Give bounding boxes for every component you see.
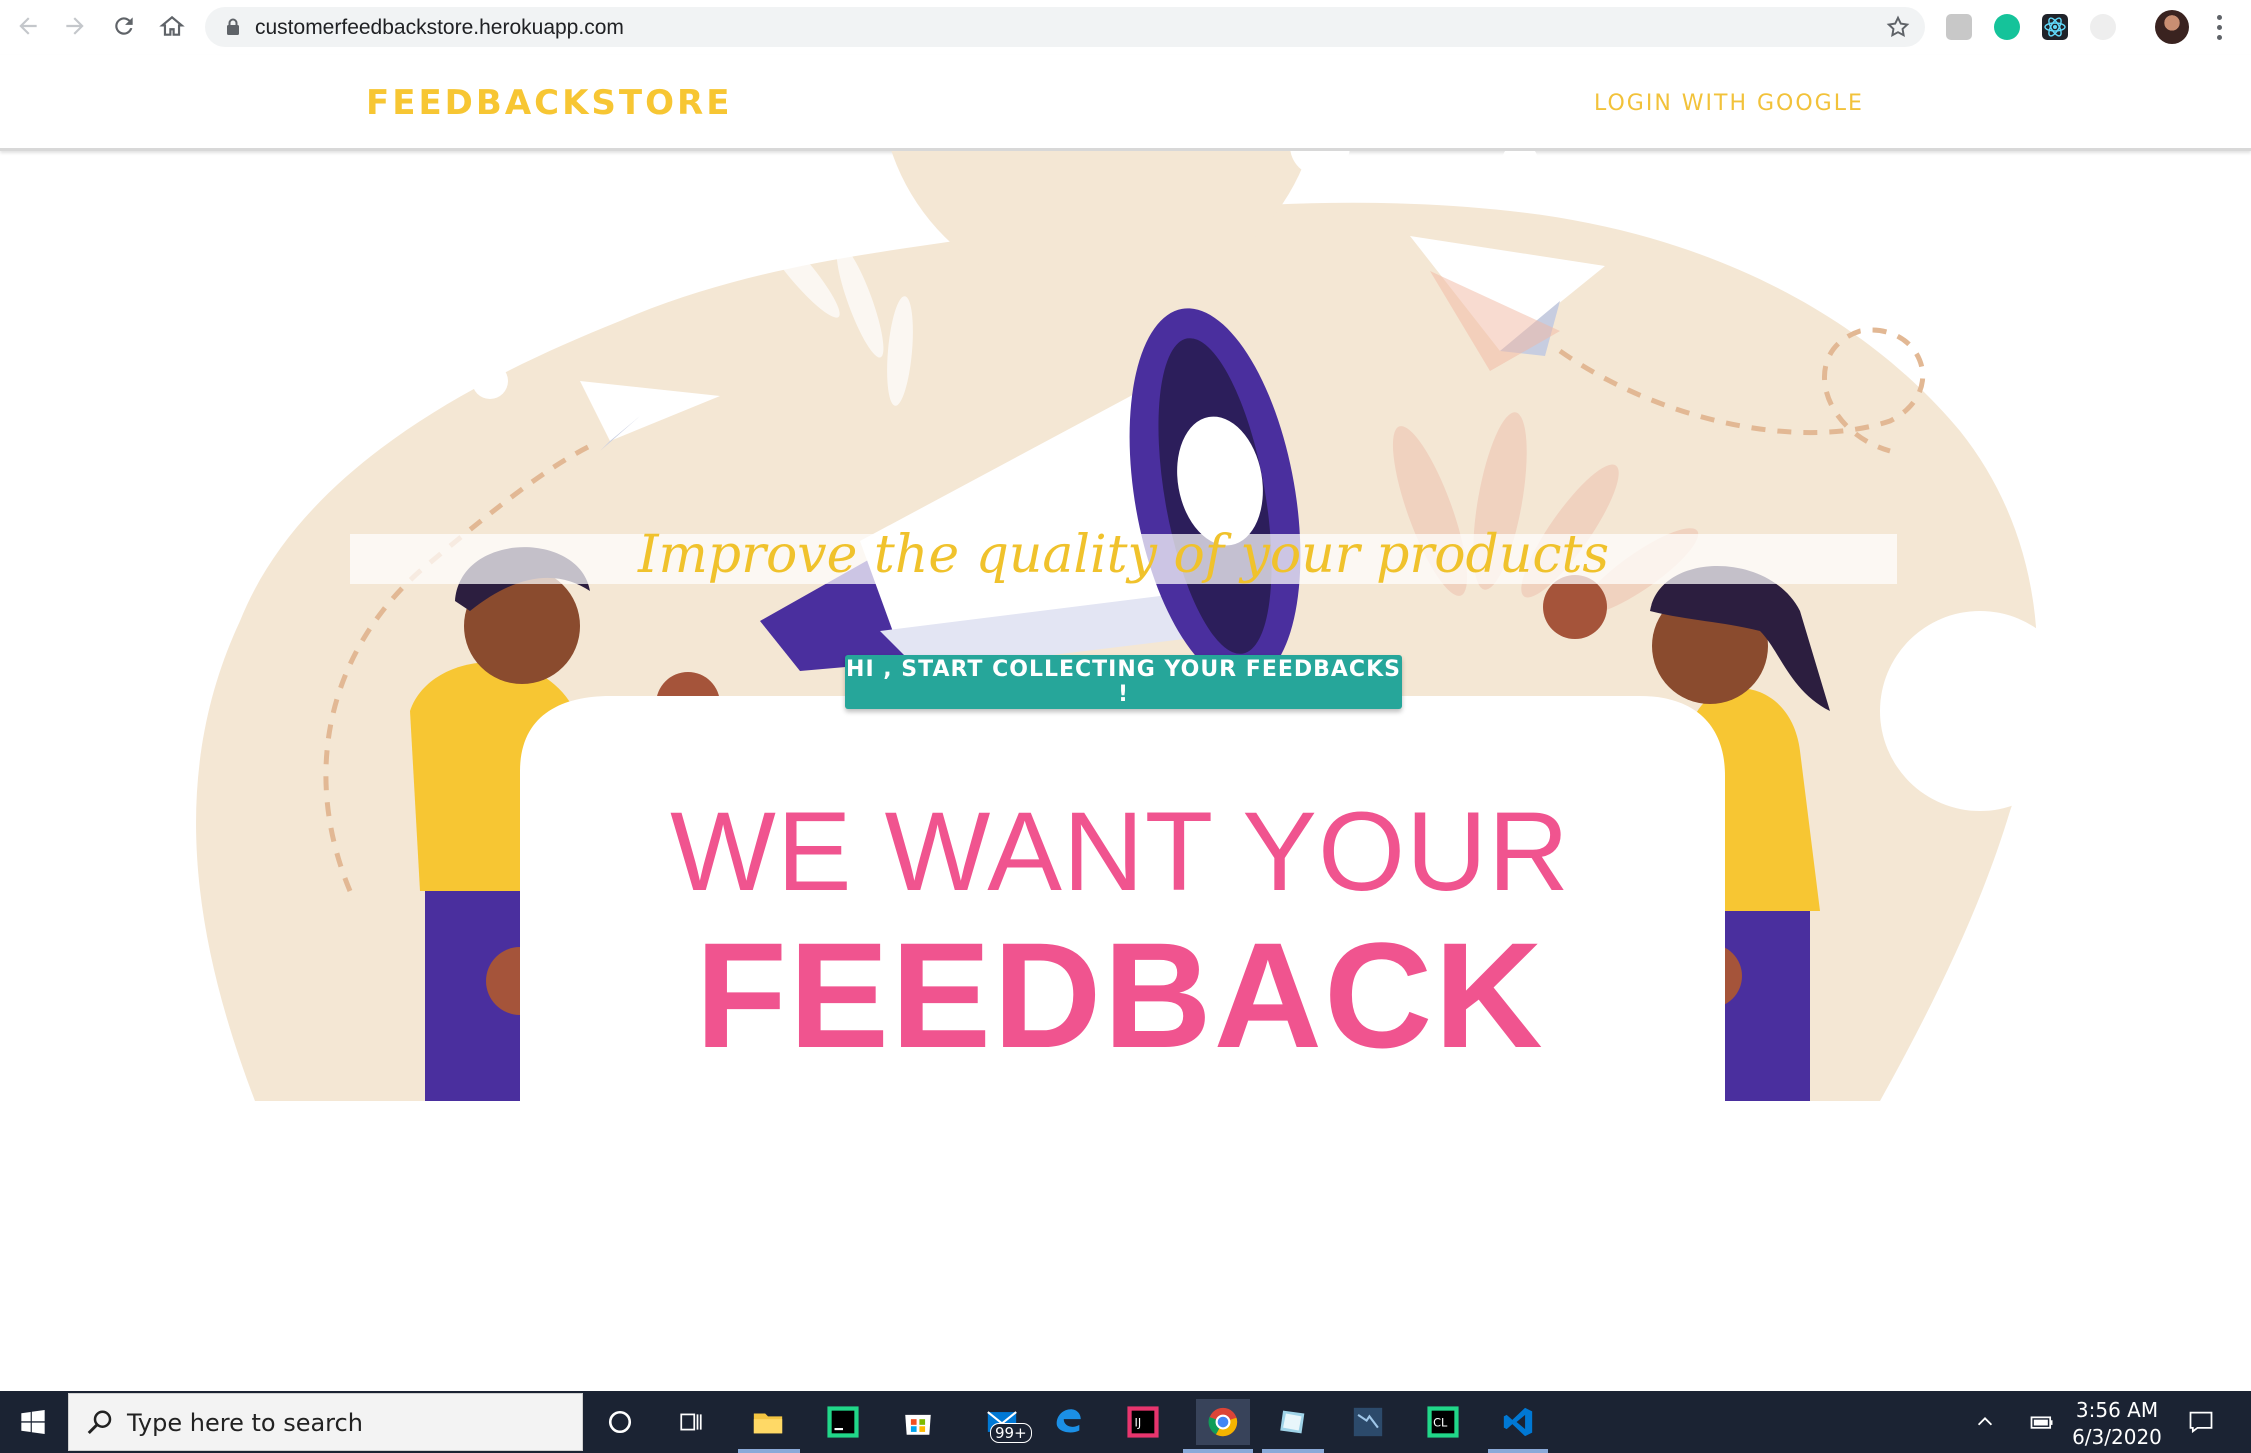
sign-heading-line2: FEEDBACK	[695, 911, 1545, 1079]
vscode-icon[interactable]	[1495, 1399, 1541, 1445]
address-bar[interactable]: customerfeedbackstore.herokuapp.com	[205, 7, 1925, 47]
hero-tagline: Improve the quality of your products	[637, 525, 1610, 585]
hero-section: Improve the quality of your products HI …	[0, 151, 2251, 1101]
active-indicator	[1183, 1449, 1253, 1453]
lock-icon[interactable]	[223, 17, 243, 37]
grammarly-icon[interactable]	[1994, 14, 2020, 40]
active-indicator	[738, 1449, 800, 1453]
edge-icon[interactable]	[1045, 1399, 1091, 1445]
notification-center-icon[interactable]	[2178, 1399, 2224, 1445]
forward-arrow-icon[interactable]	[57, 8, 93, 44]
cortana-icon[interactable]	[597, 1399, 643, 1445]
login-with-google-link[interactable]: LOGIN WITH GOOGLE	[1594, 91, 1864, 116]
microsoft-store-icon[interactable]	[895, 1399, 941, 1445]
intellij-icon[interactable]: IJ	[1120, 1399, 1166, 1445]
task-view-icon[interactable]	[668, 1399, 714, 1445]
browser-menu-icon[interactable]	[2207, 10, 2231, 44]
start-collecting-button[interactable]: HI , START COLLECTING YOUR FEEDBACKS !	[845, 655, 1402, 709]
mysql-workbench-icon[interactable]	[1345, 1399, 1391, 1445]
active-indicator	[1488, 1449, 1548, 1453]
url-text: customerfeedbackstore.herokuapp.com	[255, 16, 624, 39]
sign-heading-line1: WE WANT YOUR	[670, 789, 1570, 914]
clock-time: 3:56 AM	[2075, 1398, 2159, 1422]
home-icon[interactable]	[154, 8, 190, 44]
battery-icon[interactable]	[2017, 1399, 2067, 1445]
chrome-icon[interactable]	[1196, 1399, 1250, 1445]
back-arrow-icon[interactable]	[10, 8, 46, 44]
svg-text:IJ: IJ	[1135, 1415, 1142, 1429]
browser-toolbar: customerfeedbackstore.herokuapp.com	[0, 0, 2251, 55]
taskbar-search-input[interactable]: Type here to search	[68, 1393, 583, 1451]
windows-taskbar: Type here to search 99+ IJ CL 3:56 AM 6/…	[0, 1391, 2251, 1453]
site-navbar: FEEDBACKSTORE LOGIN WITH GOOGLE	[0, 55, 2251, 151]
mail-icon[interactable]: 99+	[972, 1399, 1032, 1445]
clion-icon[interactable]: CL	[1420, 1399, 1466, 1445]
star-icon[interactable]	[1885, 14, 1911, 40]
search-icon	[87, 1410, 112, 1435]
system-clock[interactable]: 3:56 AM 6/3/2020	[2062, 1397, 2172, 1451]
clock-date: 6/3/2020	[2072, 1425, 2162, 1449]
search-placeholder: Type here to search	[127, 1409, 363, 1437]
svg-text:CL: CL	[1433, 1415, 1448, 1429]
pycharm-icon[interactable]	[820, 1399, 866, 1445]
brand-logo[interactable]: FEEDBACKSTORE	[366, 83, 732, 123]
show-hidden-icons-icon[interactable]	[1970, 1399, 2000, 1445]
windows-start-icon[interactable]	[0, 1391, 66, 1453]
react-devtools-icon[interactable]	[2042, 14, 2068, 40]
reload-icon[interactable]	[106, 8, 142, 44]
notes-app-icon[interactable]	[1270, 1399, 1316, 1445]
extension-icon[interactable]	[1946, 14, 1972, 40]
mail-badge: 99+	[990, 1423, 1032, 1443]
active-indicator	[1262, 1449, 1324, 1453]
extension-icon[interactable]	[2090, 14, 2116, 40]
file-explorer-icon[interactable]	[745, 1399, 791, 1445]
avatar[interactable]	[2155, 10, 2189, 44]
